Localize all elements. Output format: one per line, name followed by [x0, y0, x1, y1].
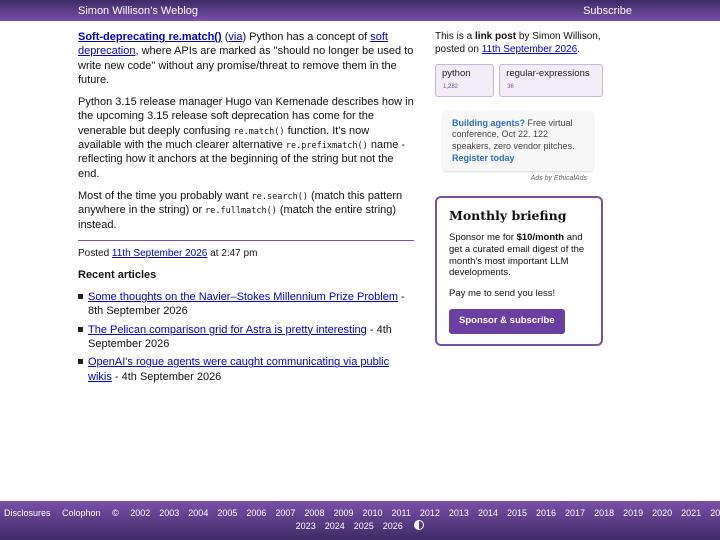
footer-year-link[interactable]: 2014 [478, 508, 498, 518]
recent-article-link[interactable]: Some thoughts on the Navier–Stokes Mille… [88, 291, 398, 303]
via-link[interactable]: via [228, 31, 242, 43]
footer-year-link[interactable]: 2007 [275, 508, 295, 518]
meta-date-link[interactable]: 11th September 2026 [482, 44, 577, 55]
footer-year-link[interactable]: 2011 [392, 508, 411, 518]
list-item: The Pelican comparison grid for Astra is… [78, 323, 414, 352]
inline-code: re.fullmatch() [205, 206, 277, 217]
monthly-briefing-box: Monthly briefing Sponsor me for $10/mont… [435, 195, 603, 346]
footer-year-link[interactable]: 2022 [710, 508, 720, 518]
posted-time: at 2:47 pm [207, 247, 258, 259]
sponsor-subscribe-button[interactable]: Sponsor & subscribe [449, 309, 565, 334]
ads-by-label[interactable]: Ads by EthicalAds [435, 174, 587, 183]
theme-toggle-icon[interactable] [414, 520, 425, 530]
footer-year-link[interactable]: 2020 [652, 508, 672, 518]
footer-year-link[interactable]: 2002 [130, 508, 150, 518]
entry-column: Soft-deprecating re.match() (via) Python… [78, 30, 414, 388]
entry-title-link[interactable]: Soft-deprecating re.match() [78, 31, 222, 43]
tag-list: python 1,282 regular-expressions 36 [435, 64, 603, 97]
briefing-tagline: Pay me to send you less! [449, 288, 556, 300]
inline-code: re.prefixmatch() [285, 141, 368, 152]
footer-year-link[interactable]: 2004 [188, 508, 208, 518]
footer-year-link[interactable]: 2021 [681, 508, 701, 518]
ethical-ad: Building agents? Free virtual conference… [443, 110, 593, 172]
footer-year-link[interactable]: 2009 [333, 508, 353, 518]
posted-date-link[interactable]: 11th September 2026 [112, 248, 207, 259]
link-post-label: link post [475, 31, 517, 42]
footer-year-link[interactable]: 2019 [623, 508, 643, 518]
recent-article-date: - 4th September 2026 [111, 370, 222, 383]
footer-year-link[interactable]: 2023 [296, 521, 316, 531]
tag-name: regular-expressions [506, 68, 590, 79]
meta-text: This is a [435, 31, 476, 42]
posted-label: Posted [78, 247, 112, 259]
site-header: Simon Willison’s Weblog Subscribe [0, 0, 720, 21]
footer-year-link[interactable]: 2008 [304, 508, 324, 518]
subscribe-link[interactable]: Subscribe [583, 4, 632, 18]
footer-year-link[interactable]: 2006 [246, 508, 266, 518]
sidebar: This is a link post by Simon Willison, p… [435, 30, 603, 346]
tag-count: 1,282 [443, 84, 459, 91]
footer-year-link[interactable]: 2010 [362, 508, 382, 518]
footer-year-link[interactable]: 2018 [594, 508, 614, 518]
footer-year-link[interactable]: 2016 [536, 508, 556, 518]
posted-line: Posted 11th September 2026 at 2:47 pm [78, 247, 414, 260]
bullet-icon [78, 294, 83, 300]
footer-row-1: Disclosures Colophon © 2002 2003 2004 2005 2… [4, 508, 720, 520]
entry-paragraph-2: Python 3.15 release manager Hugo van Kem… [78, 95, 414, 181]
footer-year-link[interactable]: 2024 [325, 521, 345, 531]
price-label: $10/month [516, 231, 565, 243]
footer-year-link[interactable]: 2012 [420, 508, 440, 518]
year-links-row-2: 2023 2024 2025 2026 [296, 521, 412, 531]
entry-paragraph-3: Most of the time you probably want re.se… [78, 189, 414, 232]
briefing-text-part: Sponsor me for [449, 231, 517, 243]
site-title-link[interactable]: Simon Willison’s Weblog [78, 4, 198, 18]
tag-name: python [442, 68, 471, 79]
entry-text: Most of the time you probably want [78, 189, 252, 202]
bullet-icon [78, 359, 83, 365]
entry-text: Python has a concept of [246, 31, 371, 43]
bullet-icon [78, 326, 83, 332]
briefing-text: Sponsor me for $10/month and get a curat… [449, 232, 589, 280]
footer-link-colophon[interactable]: Colophon [62, 508, 101, 518]
footer-year-link[interactable]: 2025 [354, 521, 374, 531]
year-links-row-1: 2002 2003 2004 2005 2006 2007 2008 2009 2010 2011… [130, 508, 720, 518]
briefing-title: Monthly briefing [449, 207, 567, 223]
footer-year-link[interactable]: 2005 [217, 508, 237, 518]
ad-register-link[interactable]: Register today [452, 153, 515, 163]
post-meta: This is a link post by Simon Willison, p… [435, 30, 603, 56]
footer-year-link[interactable]: 2003 [159, 508, 179, 518]
inline-code: re.match() [233, 126, 285, 137]
footer-year-link[interactable]: 2013 [449, 508, 469, 518]
inline-code: re.search() [251, 191, 308, 202]
footer-row-2: 2023 2024 2025 2026 [0, 520, 720, 533]
recent-articles-heading: Recent articles [78, 268, 157, 281]
tag-regular-expressions[interactable]: regular-expressions 36 [499, 64, 603, 97]
recent-article-link[interactable]: The Pelican comparison grid for Astra is… [88, 324, 367, 336]
list-item: Some thoughts on the Navier–Stokes Mille… [78, 290, 414, 319]
entry-divider [78, 239, 414, 241]
tag-python[interactable]: python 1,282 [435, 64, 495, 97]
ad-headline-link[interactable]: Building agents? [452, 118, 525, 128]
footer-year-link[interactable]: 2015 [507, 508, 527, 518]
footer-year-link[interactable]: 2026 [383, 521, 403, 531]
footer-year-link[interactable]: 2017 [565, 508, 585, 518]
meta-text: . [577, 44, 580, 55]
tag-count: 36 [507, 84, 514, 91]
recent-articles-list: Some thoughts on the Navier–Stokes Mille… [78, 290, 414, 384]
entry-paragraph-1: Soft-deprecating re.match() (via) Python… [78, 30, 414, 87]
copyright-symbol: © [112, 508, 119, 518]
footer-link-disclosures[interactable]: Disclosures [4, 508, 51, 518]
site-footer: Disclosures Colophon © 2002 2003 2004 2005 2… [0, 501, 720, 540]
list-item: OpenAI's rogue agents were caught commun… [78, 355, 414, 384]
